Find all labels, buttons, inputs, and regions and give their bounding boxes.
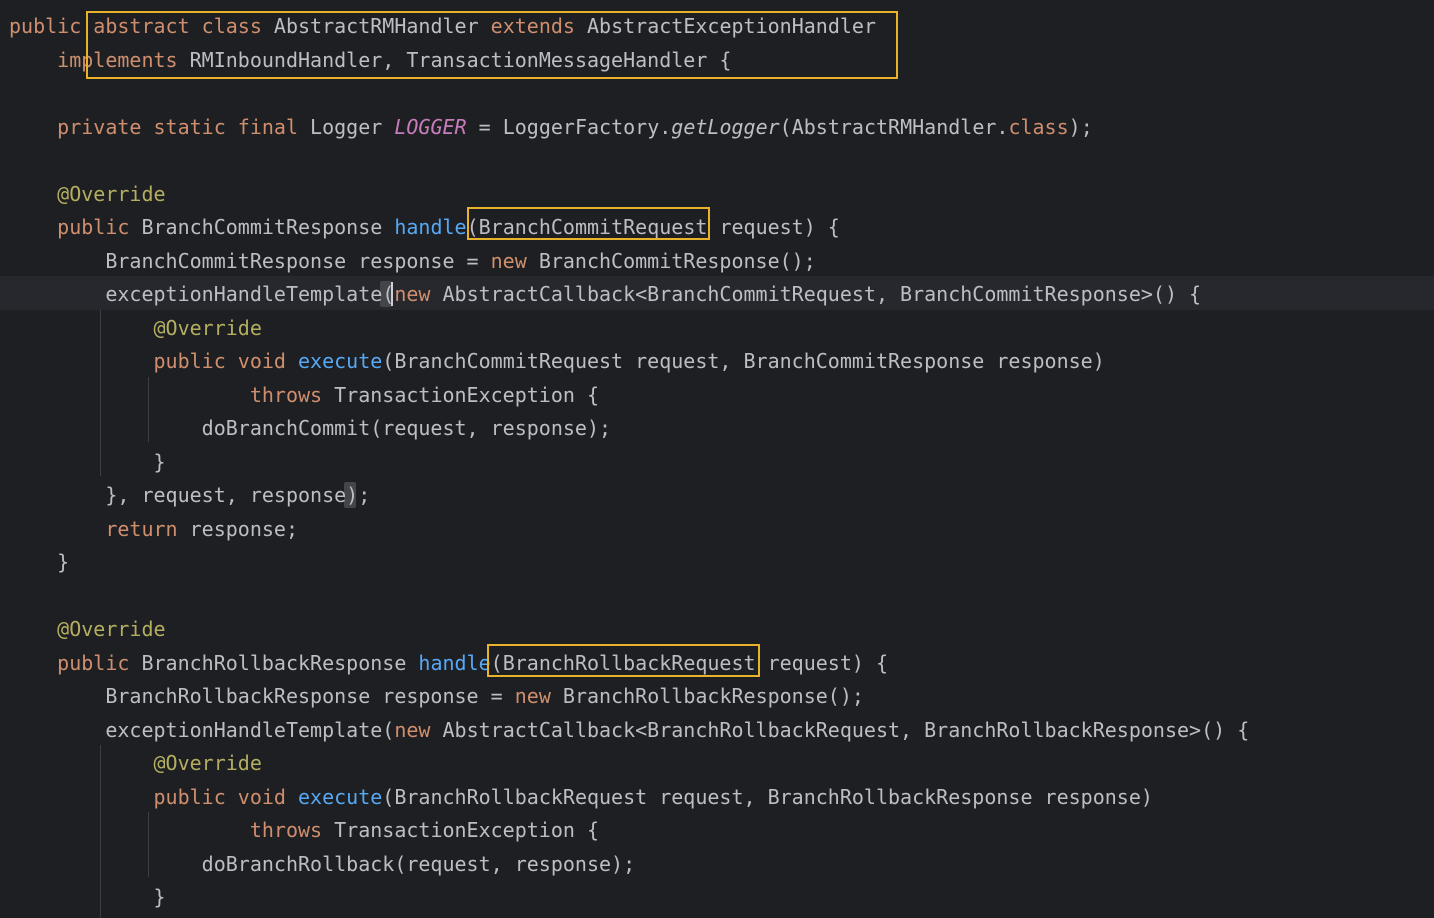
code-token: BranchRollbackResponse: [141, 650, 419, 675]
code-line[interactable]: private static final Logger LOGGER = Log…: [9, 110, 1093, 144]
code-token: doBranchRollback(request, response);: [9, 851, 636, 876]
code-token: }, request, response);: [9, 483, 371, 507]
code-token: new: [394, 282, 443, 306]
code-token: new: [394, 717, 443, 742]
code-line[interactable]: @Override: [9, 612, 166, 646]
code-line[interactable]: exceptionHandleTemplate(new AbstractCall…: [9, 713, 1249, 747]
code-line[interactable]: public BranchRollbackResponse handle(Bra…: [9, 646, 888, 680]
code-token: LOGGER: [394, 114, 467, 139]
code-token: = LoggerFactory.: [466, 114, 672, 139]
code-token: (BranchRollbackRequest request) {: [490, 650, 889, 675]
code-token: BranchCommitResponse: [141, 215, 395, 239]
code-token: }: [9, 885, 166, 909]
code-token: public void: [9, 349, 298, 373]
code-token: implements: [9, 47, 190, 72]
code-token: public: [9, 215, 142, 239]
code-line[interactable]: @Override: [9, 177, 166, 211]
code-line[interactable]: @Override: [9, 311, 262, 345]
code-editor[interactable]: public abstract class AbstractRMHandler …: [0, 0, 1434, 918]
code-token: doBranchCommit(request, response);: [9, 416, 612, 440]
code-token: AbstractExceptionHandler: [587, 14, 876, 38]
code-token: handle: [394, 215, 467, 239]
code-token: abstract class: [93, 14, 274, 38]
code-token: getLogger: [671, 114, 780, 139]
code-line[interactable]: public void execute(BranchRollbackReques…: [9, 780, 1153, 814]
code-token: throws: [9, 382, 335, 407]
code-token: BranchRollbackResponse();: [562, 684, 864, 708]
code-line[interactable]: }, request, response);: [9, 478, 370, 512]
code-token: Logger: [310, 114, 395, 139]
code-token: );: [1068, 114, 1093, 139]
code-token: private static final: [9, 114, 311, 139]
text-caret: [391, 282, 393, 306]
code-line[interactable]: BranchCommitResponse response = new Bran…: [9, 244, 816, 278]
code-line[interactable]: public BranchCommitResponse handle(Branc…: [9, 210, 840, 244]
code-line[interactable]: public void execute(BranchCommitRequest …: [9, 344, 1105, 378]
code-token: public: [9, 14, 94, 38]
code-line[interactable]: implements RMInboundHandler, Transaction…: [9, 43, 731, 77]
code-token: (BranchCommitRequest request) {: [466, 215, 840, 239]
code-token: execute: [297, 784, 383, 809]
code-line[interactable]: return response;: [9, 512, 298, 546]
code-token: extends: [490, 14, 587, 38]
code-token: BranchCommitResponse response =: [9, 248, 491, 273]
code-token: TransactionException {: [334, 818, 600, 842]
code-token: }: [9, 449, 166, 474]
code-line[interactable]: exceptionHandleTemplate(new AbstractCall…: [9, 277, 1201, 311]
code-token: BranchCommitResponse();: [538, 248, 816, 273]
code-token: TransactionException {: [334, 382, 600, 407]
code-line[interactable]: throws TransactionException {: [9, 378, 599, 412]
code-token: handle: [418, 650, 491, 675]
code-token: class: [1008, 114, 1069, 139]
code-token: exceptionHandleTemplate(: [9, 717, 395, 742]
code-token: RMInboundHandler, TransactionMessageHand…: [189, 47, 732, 72]
code-token: public: [9, 650, 142, 675]
code-token: (BranchRollbackRequest request, BranchRo…: [382, 784, 1153, 809]
code-token: AbstractRMHandler: [273, 14, 491, 38]
code-token: AbstractCallback<BranchRollbackRequest, …: [442, 717, 1250, 742]
code-token: new: [490, 248, 539, 273]
code-token: execute: [297, 349, 383, 373]
code-line[interactable]: }: [9, 445, 166, 479]
code-token: @Override: [9, 617, 166, 641]
code-token: @Override: [9, 315, 262, 340]
code-token: AbstractCallback<BranchCommitRequest, Br…: [442, 282, 1202, 306]
code-line[interactable]: @Override: [9, 746, 262, 780]
code-token: @Override: [9, 181, 166, 206]
code-token: BranchRollbackResponse response =: [9, 684, 515, 708]
code-token: (BranchCommitRequest request, BranchComm…: [382, 349, 1105, 373]
code-token: @Override: [9, 751, 262, 775]
code-token: new: [514, 684, 563, 708]
code-line[interactable]: doBranchCommit(request, response);: [9, 411, 611, 445]
code-token: return: [9, 516, 190, 541]
code-token: exceptionHandleTemplate(: [9, 282, 395, 306]
code-token: }: [9, 550, 70, 574]
code-line[interactable]: public abstract class AbstractRMHandler …: [9, 9, 876, 43]
code-token: throws: [9, 818, 335, 842]
code-line[interactable]: throws TransactionException {: [9, 813, 599, 847]
code-line[interactable]: BranchRollbackResponse response = new Br…: [9, 679, 864, 713]
code-line[interactable]: }: [9, 545, 69, 579]
code-line[interactable]: doBranchRollback(request, response);: [9, 847, 635, 881]
code-line[interactable]: }: [9, 880, 166, 914]
code-token: (AbstractRMHandler.: [779, 114, 1009, 139]
code-token: public void: [9, 784, 298, 809]
code-token: response;: [189, 516, 298, 541]
